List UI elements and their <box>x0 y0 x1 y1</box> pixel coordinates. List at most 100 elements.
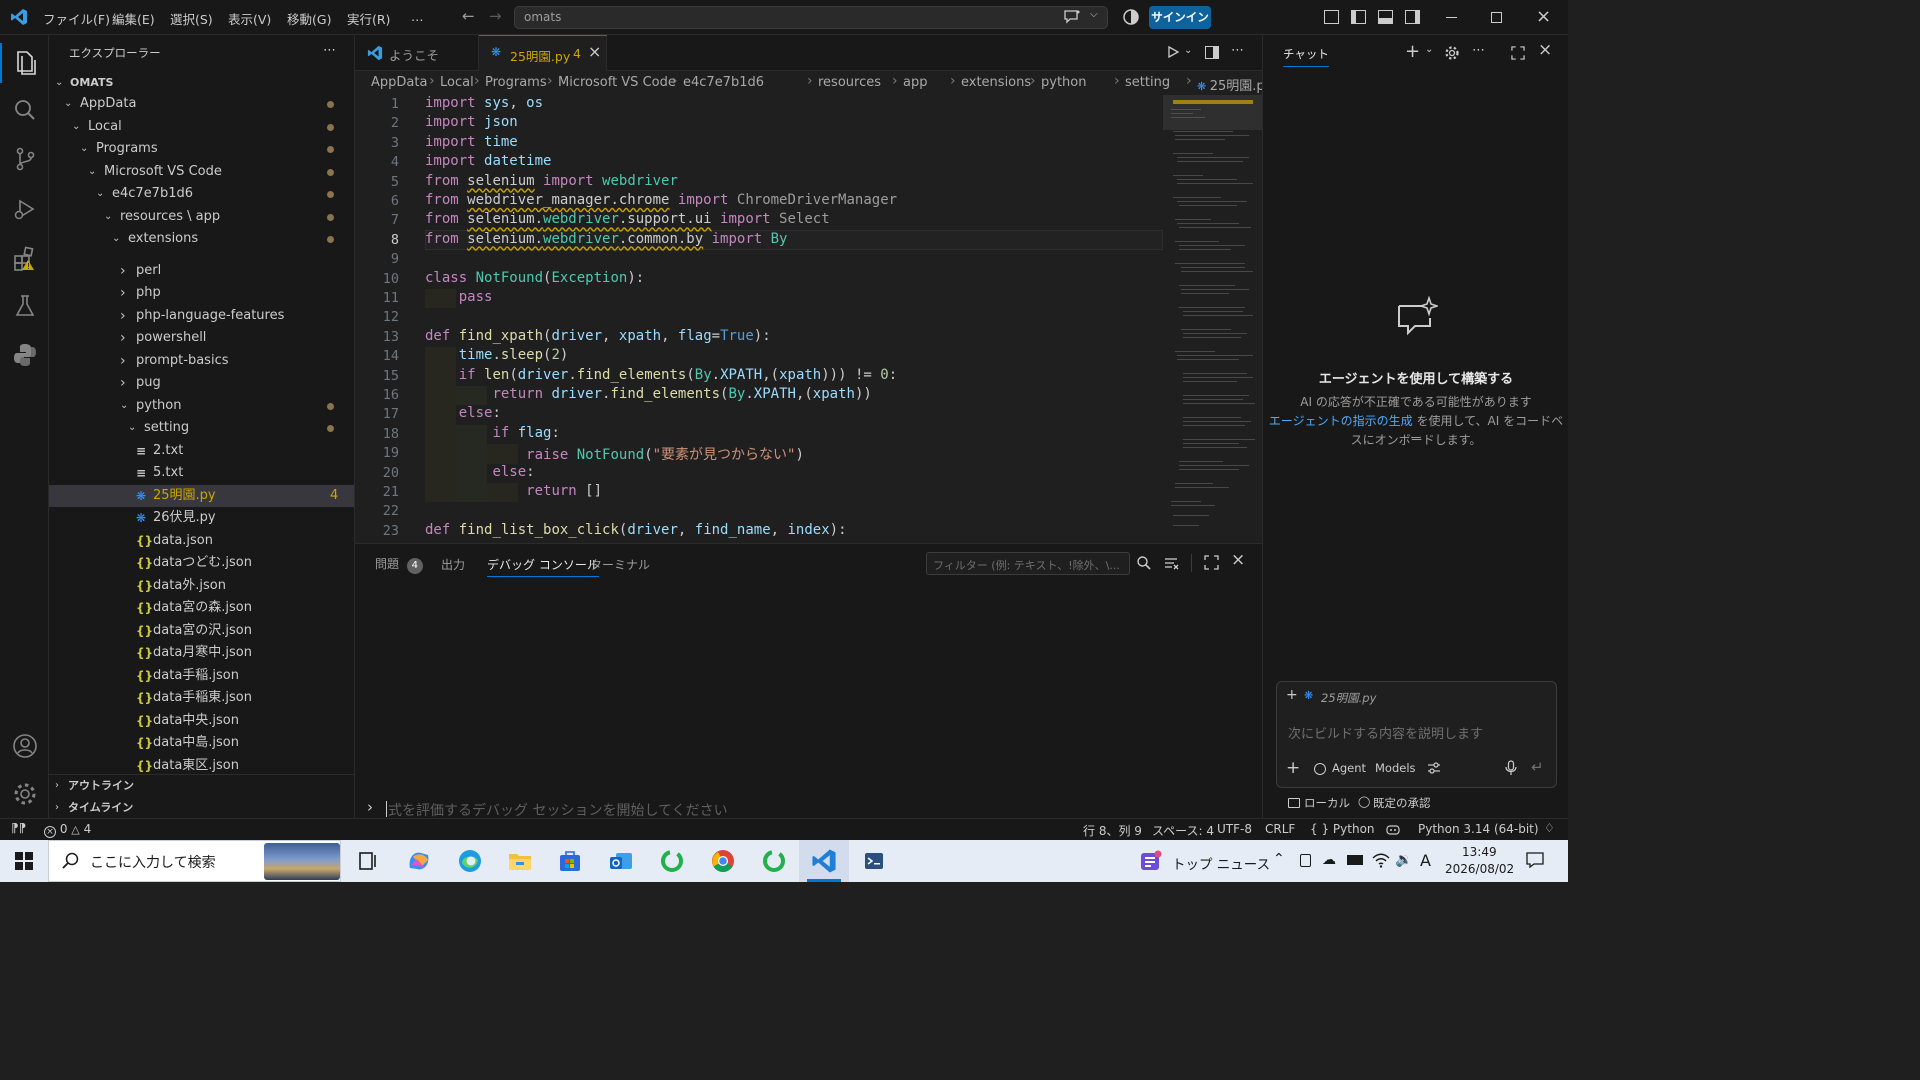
vscode-taskbar-button[interactable] <box>799 840 849 882</box>
file-item[interactable]: {} data.json <box>49 530 354 552</box>
battery-icon[interactable] <box>1347 855 1363 865</box>
file-item[interactable]: {} data宮の沢.json <box>49 620 354 642</box>
folder-item[interactable]: › prompt-basics <box>49 350 354 372</box>
close-chat-icon[interactable]: × <box>1538 40 1552 60</box>
file-item[interactable]: {} data中島.json <box>49 732 354 754</box>
default-approval-label[interactable]: 既定の承認 <box>1373 795 1431 811</box>
folder-item[interactable]: › powershell <box>49 327 354 349</box>
maximize-panel-icon[interactable] <box>1204 555 1219 570</box>
cloud-sync-icon[interactable]: ☁ <box>1322 852 1336 868</box>
copilot-chat-icon[interactable] <box>1063 9 1081 25</box>
notification-center-icon[interactable] <box>1526 852 1544 869</box>
forward-arrow-icon[interactable]: → <box>489 7 502 25</box>
agent-mode-label[interactable]: Agent <box>1332 761 1366 775</box>
breadcrumb-item[interactable]: Programs <box>485 75 547 90</box>
outline-section[interactable]: › アウトライン <box>49 775 354 797</box>
chevron-down-icon[interactable]: ⌄ <box>1425 44 1433 55</box>
folder-item[interactable]: › pug <box>49 372 354 394</box>
file-item[interactable]: ❋ 25明園.py 4 <box>49 485 354 507</box>
new-chat-icon[interactable]: + <box>1405 41 1420 62</box>
gear-icon[interactable] <box>11 780 39 808</box>
file-item[interactable]: {} data月寒中.json <box>49 642 354 664</box>
breadcrumb-item[interactable]: resources <box>818 75 881 90</box>
menu-edit[interactable]: 編集(E) <box>112 9 155 28</box>
green-circle-app-icon[interactable] <box>655 846 689 876</box>
volume-icon[interactable]: 🔉 <box>1395 852 1412 868</box>
breadcrumb-item[interactable]: Local <box>440 75 474 90</box>
sign-in-button[interactable]: サインイン <box>1149 6 1211 29</box>
clear-console-icon[interactable] <box>1163 555 1179 571</box>
search-icon[interactable] <box>11 96 39 124</box>
breadcrumb-item[interactable]: extensions <box>961 75 1031 90</box>
customize-layout-icon[interactable] <box>1324 10 1339 24</box>
breadcrumb-item[interactable]: e4c7e7b1d6 <box>683 75 764 90</box>
tablet-icon[interactable] <box>1300 854 1311 867</box>
task-view-icon[interactable] <box>350 846 384 876</box>
folder-item[interactable]: › php <box>49 282 354 304</box>
menu-view[interactable]: 表示(V) <box>228 9 271 28</box>
problems-status[interactable]: × 0 △ 4 <box>44 822 91 838</box>
breadcrumb-item[interactable]: app <box>903 75 927 90</box>
breadcrumb-item[interactable]: setting <box>1125 75 1170 90</box>
tools-settings-icon[interactable] <box>1427 761 1441 775</box>
editor-more-actions-icon[interactable]: ⋯ <box>1231 43 1244 58</box>
run-python-file-icon[interactable] <box>1166 45 1180 59</box>
file-item[interactable]: ❋ 26伏見.py <box>49 507 354 529</box>
folder-item[interactable]: ⌄ Programs <box>49 138 354 160</box>
console-input[interactable]: › 式を評価するデバッグ セッションを開始してください <box>355 797 1262 819</box>
toggle-primary-sidebar-icon[interactable] <box>1351 10 1366 24</box>
ime-mode-indicator[interactable]: A <box>1420 851 1431 870</box>
end-of-line[interactable]: CRLF <box>1265 822 1295 836</box>
news-widget-icon[interactable] <box>1139 850 1163 872</box>
folder-item[interactable]: › perl <box>49 260 354 282</box>
folder-item[interactable]: ⌄ Microsoft VS Code <box>49 161 354 183</box>
command-center-search[interactable]: omats ⌵ <box>514 6 1108 29</box>
file-item[interactable]: {} data中央.json <box>49 710 354 732</box>
timeline-section[interactable]: › タイムライン <box>49 797 354 818</box>
close-icon[interactable]: × <box>588 42 601 61</box>
console-filter-input[interactable]: フィルター (例: テキスト、!除外、\... <box>926 552 1130 575</box>
vscode-logo-icon[interactable] <box>10 8 28 26</box>
taskbar-search-box[interactable]: ここに入力して検索 <box>48 840 341 882</box>
breadcrumb-item[interactable]: Microsoft VS Code <box>558 75 676 90</box>
folder-item[interactable]: ⌄ Local <box>49 116 354 138</box>
run-and-debug-icon[interactable] <box>11 195 39 223</box>
chevron-up-icon[interactable]: ⌃ <box>1273 851 1285 867</box>
folder-item[interactable]: ⌄ setting <box>49 417 354 439</box>
accounts-icon[interactable] <box>11 732 39 760</box>
menu-more[interactable]: … <box>411 9 424 24</box>
panel-tab-terminal[interactable]: ターミナル <box>590 556 650 573</box>
back-arrow-icon[interactable]: ← <box>462 7 475 25</box>
close-panel-icon[interactable]: × <box>1231 550 1245 570</box>
chevron-down-icon[interactable]: ⌄ <box>1184 45 1192 56</box>
wifi-icon[interactable] <box>1372 852 1390 868</box>
file-item[interactable]: {} data手稲.json <box>49 665 354 687</box>
encoding[interactable]: UTF-8 <box>1217 822 1252 836</box>
clock-time[interactable]: 13:49 <box>1462 845 1497 859</box>
chat-context-file[interactable]: 25明園.py <box>1321 690 1376 706</box>
news-widget-label[interactable]: トップ ニュース <box>1172 853 1270 873</box>
folder-item[interactable]: ⌄ AppData <box>49 93 354 115</box>
language-mode[interactable]: { } Python <box>1310 822 1375 836</box>
menu-go[interactable]: 移動(G) <box>287 9 331 28</box>
chat-location-local[interactable]: ローカル <box>1304 795 1350 811</box>
windows-start-icon[interactable] <box>15 852 33 870</box>
remote-indicator-icon[interactable]: ⁋⁋ <box>11 821 26 835</box>
send-icon[interactable]: ↵ <box>1531 758 1544 776</box>
testing-icon[interactable] <box>11 292 39 320</box>
maximize-chat-icon[interactable] <box>1511 46 1525 60</box>
panel-tab-output[interactable]: 出力 <box>441 556 465 573</box>
gear-icon[interactable] <box>1444 45 1460 61</box>
panel-tab-problems[interactable]: 問題 4 <box>375 555 423 574</box>
toggle-panel-icon[interactable] <box>1378 10 1393 24</box>
toggle-secondary-sidebar-icon[interactable] <box>1405 10 1420 24</box>
microphone-icon[interactable] <box>1505 760 1517 776</box>
maximize-window-icon[interactable] <box>1491 12 1502 23</box>
folder-item[interactable]: ⌄ extensions <box>49 228 354 250</box>
breadcrumb-item[interactable]: python <box>1041 75 1086 90</box>
explorer-more-actions-icon[interactable]: ⋯ <box>323 43 336 58</box>
cursor-position[interactable]: 行 8、列 9 <box>1083 822 1142 839</box>
copilot-app-icon[interactable] <box>402 846 436 876</box>
edge-browser-icon[interactable] <box>453 846 487 876</box>
folder-item[interactable]: ⌄ resources \ app <box>49 206 354 228</box>
